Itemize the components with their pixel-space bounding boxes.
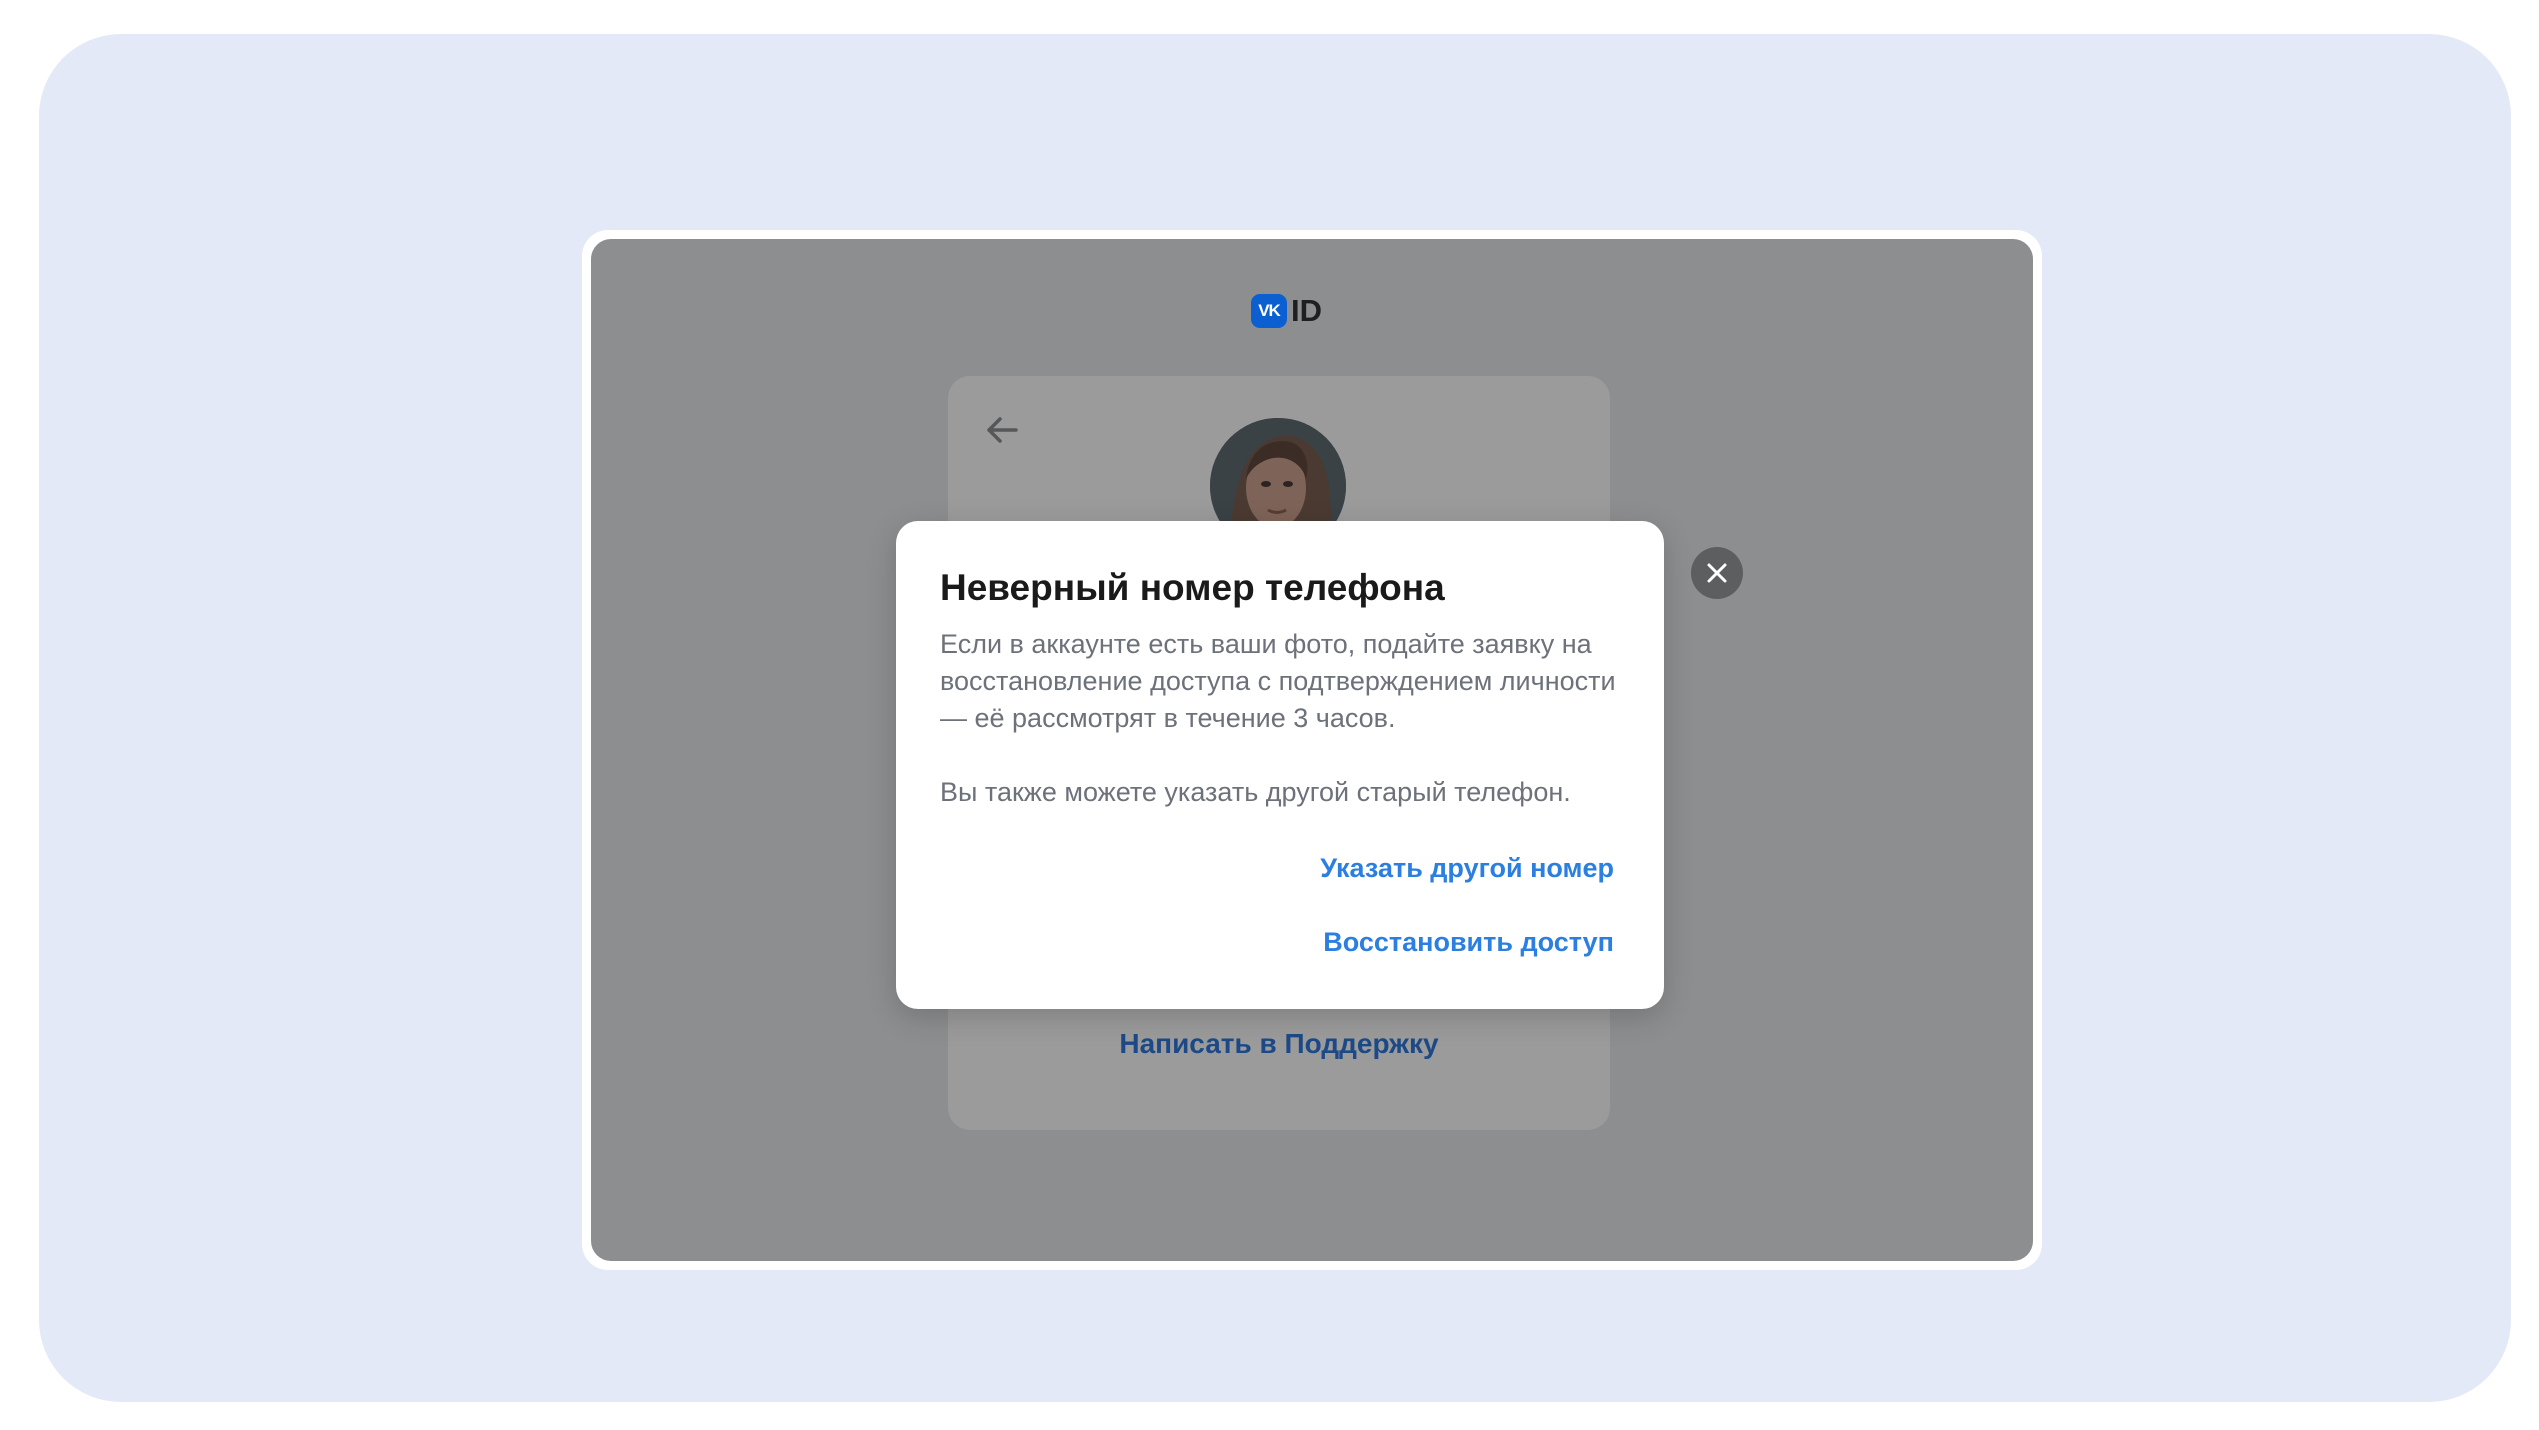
close-icon: [1707, 563, 1727, 583]
arrow-left-icon[interactable]: [982, 410, 1022, 450]
specify-other-number-button[interactable]: Указать другой номер: [1320, 853, 1614, 884]
restore-access-button[interactable]: Восстановить доступ: [1323, 927, 1614, 958]
dialog-body: Если в аккаунте есть ваши фото, подайте …: [940, 626, 1630, 811]
vk-logo-icon: VK: [1251, 294, 1287, 328]
write-to-support-link[interactable]: Написать в Поддержку: [948, 1028, 1610, 1060]
wrong-phone-dialog: Неверный номер телефона Если в аккаунте …: [896, 521, 1664, 1009]
screenshot-frame: VK ID Написать в Поддержку Неверный номе…: [582, 230, 2042, 1270]
outer-background-panel: VK ID Написать в Поддержку Неверный номе…: [39, 34, 2511, 1402]
vk-id-logo: VK ID: [1251, 293, 1322, 329]
vk-id-label: ID: [1291, 293, 1322, 328]
dialog-paragraph-restore-info: Если в аккаунте есть ваши фото, подайте …: [940, 629, 1616, 733]
dimmed-screen-overlay: VK ID Написать в Поддержку Неверный номе…: [591, 239, 2033, 1261]
dialog-paragraph-other-phone: Вы также можете указать другой старый те…: [940, 777, 1571, 807]
dialog-title: Неверный номер телефона: [940, 567, 1445, 608]
close-button[interactable]: [1691, 547, 1743, 599]
